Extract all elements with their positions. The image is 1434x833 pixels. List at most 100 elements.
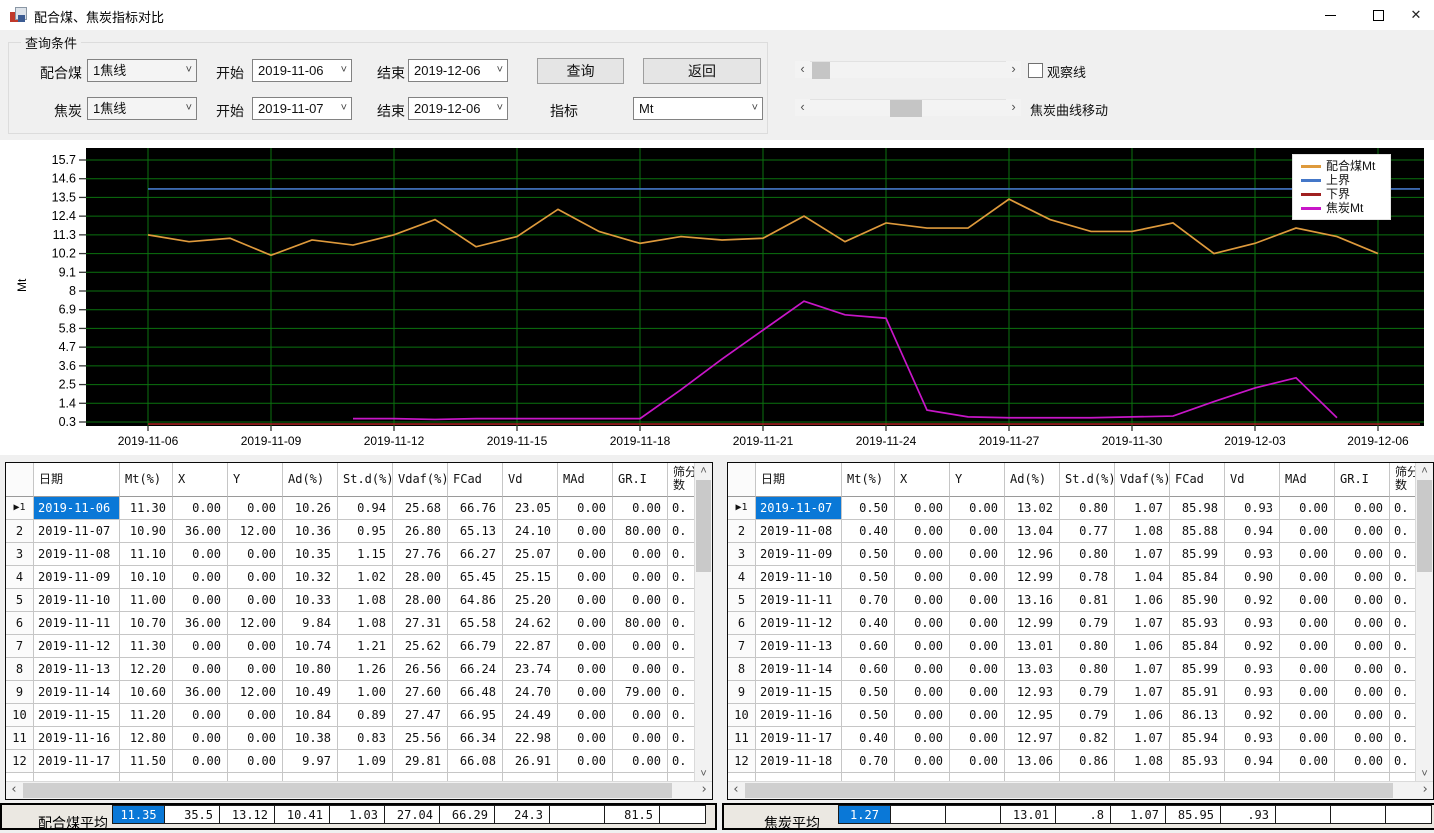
table-cell[interactable]: 11.30 [120, 635, 173, 658]
column-header[interactable]: GR.I [1335, 463, 1390, 497]
row-header[interactable]: 4 [728, 566, 756, 589]
table-cell[interactable]: 0.00 [228, 704, 283, 727]
column-header[interactable]: FCad [1170, 463, 1225, 497]
table-cell[interactable]: 0.00 [1335, 520, 1390, 543]
table-cell[interactable]: 2019-11-09 [34, 566, 120, 589]
table-cell[interactable]: 0.00 [950, 612, 1005, 635]
table-cell[interactable]: 0.00 [1335, 658, 1390, 681]
table-cell[interactable]: 0.00 [1280, 635, 1335, 658]
table-row[interactable]: 22019-11-080.400.000.0013.040.771.0885.8… [728, 520, 1433, 543]
row-header[interactable]: 2 [728, 520, 756, 543]
table-cell[interactable]: 0.00 [228, 566, 283, 589]
table-cell[interactable]: 10.84 [283, 704, 338, 727]
table-cell[interactable]: 0.93 [1225, 612, 1280, 635]
table-cell[interactable]: 0.50 [842, 543, 895, 566]
table-cell[interactable]: 0.00 [558, 635, 613, 658]
table-row[interactable]: 102019-11-1511.200.000.0010.840.8927.476… [6, 704, 712, 727]
table-cell[interactable]: 12.99 [1005, 566, 1060, 589]
table-cell[interactable]: 23.74 [503, 658, 558, 681]
row-header[interactable]: 10 [6, 704, 34, 727]
table-cell[interactable]: 0.00 [950, 589, 1005, 612]
row-header[interactable]: 12 [6, 750, 34, 773]
table-cell[interactable]: 27.60 [393, 681, 448, 704]
table-cell[interactable]: 0.00 [173, 635, 228, 658]
table-cell[interactable]: 2019-11-08 [34, 543, 120, 566]
table-cell[interactable]: 2019-11-07 [34, 520, 120, 543]
table-cell[interactable]: 0.00 [1280, 612, 1335, 635]
table-cell[interactable]: 10.32 [283, 566, 338, 589]
horizontal-scroll-thumb[interactable] [23, 783, 672, 798]
table-row[interactable]: 42019-11-100.500.000.0012.990.781.0485.8… [728, 566, 1433, 589]
table-cell[interactable]: 0.00 [228, 750, 283, 773]
table-cell[interactable]: 0.50 [842, 566, 895, 589]
table-row[interactable]: ▶12019-11-070.500.000.0013.020.801.0785.… [728, 497, 1433, 520]
scroll-up-icon[interactable]: ˄ [1416, 463, 1433, 479]
table-cell[interactable]: 36.00 [173, 520, 228, 543]
table-cell[interactable]: 0.86 [1060, 750, 1115, 773]
scroll-left-icon[interactable]: ‹ [795, 61, 810, 78]
table-cell[interactable]: 0.00 [228, 589, 283, 612]
table-cell[interactable]: 0.00 [1280, 589, 1335, 612]
table-cell[interactable]: 1.08 [338, 589, 393, 612]
table-cell[interactable]: 0.00 [1280, 543, 1335, 566]
table-cell[interactable]: 10.36 [283, 520, 338, 543]
table-cell[interactable]: 0.95 [338, 520, 393, 543]
scroll-right-icon[interactable]: › [696, 782, 712, 799]
column-header[interactable]: Y [228, 463, 283, 497]
table-cell[interactable]: 0.80 [1060, 543, 1115, 566]
table-cell[interactable]: 0.00 [173, 658, 228, 681]
table-cell[interactable]: 0.81 [1060, 589, 1115, 612]
table-row[interactable]: 82019-11-140.600.000.0013.030.801.0785.9… [728, 658, 1433, 681]
table-cell[interactable]: 1.08 [338, 612, 393, 635]
table-cell[interactable]: 0.00 [950, 635, 1005, 658]
table-cell[interactable]: 0.00 [950, 704, 1005, 727]
table-cell[interactable]: 0.00 [950, 658, 1005, 681]
observe-scroll-track[interactable] [810, 61, 1006, 79]
row-header[interactable]: 7 [6, 635, 34, 658]
table-cell[interactable]: 13.02 [1005, 497, 1060, 520]
table-cell[interactable]: 0.00 [173, 704, 228, 727]
table-cell[interactable]: 10.80 [283, 658, 338, 681]
table-cell[interactable]: 0.00 [895, 635, 950, 658]
table-cell[interactable]: 25.15 [503, 566, 558, 589]
coke-shift-thumb[interactable] [890, 100, 922, 117]
table-cell[interactable]: 11.10 [120, 543, 173, 566]
table-cell[interactable]: 10.10 [120, 566, 173, 589]
table-cell[interactable]: 0.50 [842, 497, 895, 520]
column-header[interactable]: Ad(%) [1005, 463, 1060, 497]
table-cell[interactable]: 66.08 [448, 750, 503, 773]
coke-data-table[interactable]: 日期Mt(%)XYAd(%)St.d(%)Vdaf(%)FCadVdMAdGR.… [727, 462, 1434, 800]
table-cell[interactable]: 25.68 [393, 497, 448, 520]
table-cell[interactable]: 1.07 [1115, 681, 1170, 704]
coal-end-select[interactable]: 2019-12-06 ˅ [408, 59, 508, 82]
table-cell[interactable]: 85.93 [1170, 750, 1225, 773]
table-cell[interactable]: 0.00 [613, 497, 668, 520]
table-cell[interactable]: 0.00 [1280, 727, 1335, 750]
table-cell[interactable]: 85.99 [1170, 658, 1225, 681]
table-cell[interactable]: 0.82 [1060, 727, 1115, 750]
table-cell[interactable]: 2019-11-06 [34, 497, 120, 520]
table-cell[interactable]: 85.91 [1170, 681, 1225, 704]
observe-line-checkbox[interactable] [1028, 63, 1043, 78]
table-cell[interactable]: 0.94 [1225, 750, 1280, 773]
column-header[interactable]: FCad [448, 463, 503, 497]
table-cell[interactable]: 0.00 [950, 681, 1005, 704]
table-cell[interactable]: 0.94 [338, 497, 393, 520]
table-cell[interactable]: 0.00 [895, 589, 950, 612]
table-cell[interactable]: 0.00 [173, 589, 228, 612]
table-cell[interactable]: 66.27 [448, 543, 503, 566]
vertical-scroll-thumb[interactable] [696, 480, 711, 572]
table-cell[interactable]: 13.04 [1005, 520, 1060, 543]
table-cell[interactable]: 12.00 [228, 681, 283, 704]
table-cell[interactable]: 25.62 [393, 635, 448, 658]
table-cell[interactable]: 80.00 [613, 520, 668, 543]
table-cell[interactable]: 0.00 [950, 543, 1005, 566]
table-cell[interactable]: 0.00 [1335, 566, 1390, 589]
row-header[interactable]: 6 [6, 612, 34, 635]
table-cell[interactable]: 0.80 [1060, 658, 1115, 681]
table-cell[interactable]: 85.90 [1170, 589, 1225, 612]
table-cell[interactable]: 0.90 [1225, 566, 1280, 589]
close-button[interactable]: ✕ [1398, 0, 1434, 30]
table-cell[interactable]: 0.89 [338, 704, 393, 727]
column-header[interactable]: X [173, 463, 228, 497]
